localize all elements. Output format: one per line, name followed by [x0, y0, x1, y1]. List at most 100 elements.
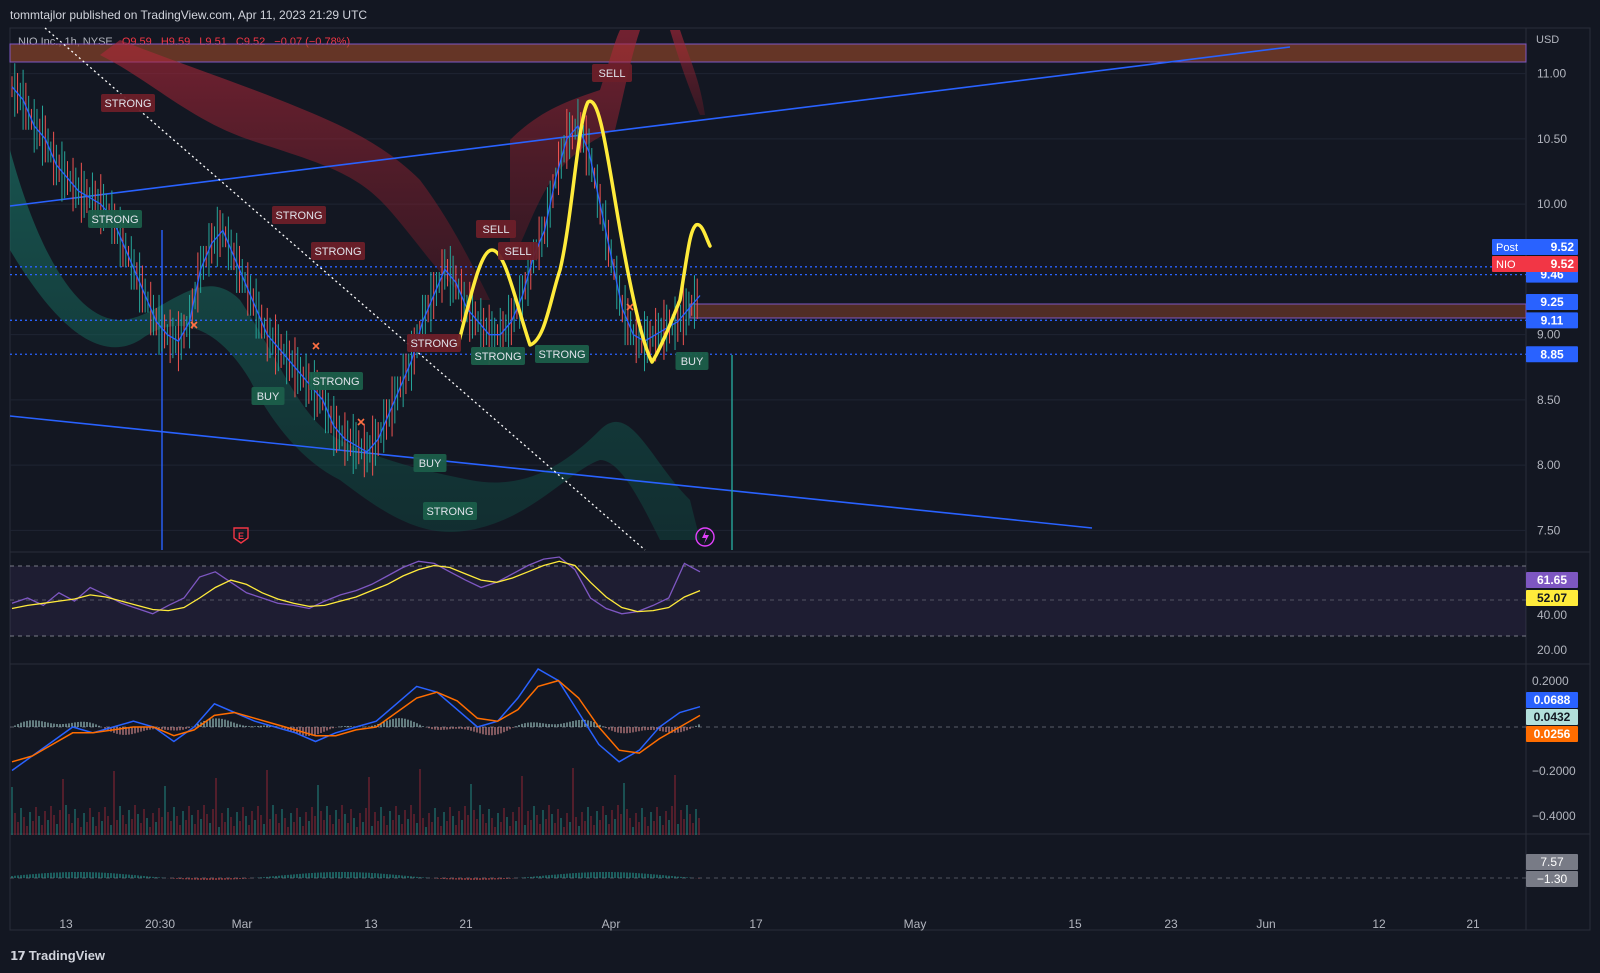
signal-label-sell: SELL: [476, 220, 516, 238]
tradingview-footer[interactable]: 𝟭𝟳 TradingView: [10, 948, 105, 963]
oscillator-badge-label: 7.57: [1540, 855, 1564, 869]
bull-cloud-band: [10, 150, 700, 540]
brand-name: TradingView: [28, 948, 106, 963]
macd-badge-label: 0.0432: [1534, 710, 1571, 724]
macd-tick-label: −0.2000: [1532, 764, 1576, 778]
chart-canvas[interactable]: STRONG STRONG STRONG STRONG BUY STRONG STRONG B…: [0, 0, 1600, 973]
price-badge-label: 8.85: [1540, 347, 1564, 361]
signal-label-text: SELL: [599, 68, 626, 80]
signal-label-strong: STRONG: [311, 242, 365, 260]
signal-label-strong: STRONG: [535, 345, 589, 363]
oscillator-bars: [11, 872, 700, 880]
oscillator-panel: [10, 872, 1526, 880]
oscillator-badge-label: −1.30: [1537, 872, 1568, 886]
symbol-tag: Post 9.52: [1492, 239, 1578, 255]
rsi-badge-label: 61.65: [1537, 573, 1567, 587]
time-tick-label: 23: [1164, 917, 1178, 931]
price-tick-label: 7.50: [1537, 523, 1561, 537]
macd-badge-label: 0.0256: [1534, 727, 1571, 741]
time-tick-label: 13: [59, 917, 73, 931]
signal-label-strong: STRONG: [88, 210, 142, 228]
time-tick-label: Mar: [232, 917, 253, 931]
signal-label-buy: BUY: [675, 352, 709, 370]
support-zone: [689, 303, 1527, 319]
signal-label-buy: BUY: [251, 387, 285, 405]
price-badge: 8.85: [1526, 346, 1578, 363]
macd-badge-label: 0.0688: [1534, 693, 1571, 707]
signal-label-text: STRONG: [538, 349, 585, 361]
price-badge-label: 9.25: [1540, 295, 1564, 309]
rsi-tick-label: 20.00: [1537, 643, 1567, 657]
symbol-tag: NIO 9.52: [1492, 256, 1578, 272]
price-badge-label: 9.11: [1541, 313, 1564, 327]
signal-label-strong: STRONG: [423, 502, 477, 520]
signal-label-text: STRONG: [104, 98, 151, 110]
signal-label-text: STRONG: [275, 210, 322, 222]
signal-label-text: STRONG: [312, 376, 359, 388]
symbol-tag-name: NIO: [1496, 259, 1516, 271]
signal-label-text: STRONG: [314, 246, 361, 258]
macd-badge: 0.0432: [1526, 709, 1578, 725]
macd-badge: 0.0256: [1526, 726, 1578, 742]
macd-line: [11, 668, 701, 772]
time-axis[interactable]: 13 20:30 Mar 13 21 Apr 17 May 15 23 Jun 12 21: [59, 917, 1480, 931]
oscillator-badge: 7.57: [1526, 854, 1578, 870]
macd-signal-line: [11, 679, 701, 763]
signal-label-buy: BUY: [413, 454, 447, 472]
signal-label-sell: SELL: [498, 242, 538, 260]
macd-panel: [10, 668, 1526, 772]
oscillator-badge: −1.30: [1526, 871, 1578, 887]
symbol-tag-value: 9.52: [1551, 240, 1575, 254]
signal-label-text: BUY: [681, 356, 704, 368]
symbol-tag-name: Post: [1496, 242, 1518, 254]
price-badge: 9.11: [1526, 312, 1578, 329]
signal-label-text: SELL: [505, 246, 532, 258]
signal-label-sell: SELL: [592, 64, 632, 82]
price-tick-label: 9.00: [1537, 328, 1561, 342]
time-tick-label: 12: [1372, 917, 1386, 931]
signal-label-text: SELL: [483, 224, 510, 236]
rsi-badge-label: 52.07: [1537, 591, 1567, 605]
rsi-tick-label: 40.00: [1537, 608, 1567, 622]
rsi-badge: 52.07: [1526, 590, 1578, 606]
price-axis-badges: 9.529.469.259.118.85Post9.52NIO9.5261.65…: [1492, 239, 1578, 887]
price-badge: 9.25: [1526, 294, 1578, 311]
signal-label-text: STRONG: [91, 214, 138, 226]
bear-cloud-band-3: [670, 30, 705, 115]
signal-label-strong: STRONG: [309, 372, 363, 390]
price-tick-label: 10.50: [1537, 132, 1567, 146]
signal-label-text: STRONG: [474, 351, 521, 363]
price-tick-label: 11.00: [1537, 67, 1566, 81]
signal-label-strong: STRONG: [471, 347, 525, 365]
rsi-badge: 61.65: [1526, 572, 1578, 588]
signal-label-text: BUY: [257, 391, 280, 403]
time-tick-label: 21: [1466, 917, 1480, 931]
time-tick-label: 20:30: [145, 917, 175, 931]
price-tick-label: 10.00: [1537, 197, 1567, 211]
earnings-icon-label: E: [238, 531, 244, 541]
macd-tick-label: −0.4000: [1532, 809, 1576, 823]
time-tick-label: Jun: [1256, 917, 1275, 931]
lower-trendline: [9, 415, 1093, 529]
grid-lines: [9, 27, 1591, 931]
macd-badge: 0.0688: [1526, 692, 1578, 708]
signal-label-text: STRONG: [426, 506, 473, 518]
rsi-panel: [10, 556, 1526, 637]
time-tick-label: 15: [1068, 917, 1082, 931]
volume-bars: [11, 768, 700, 835]
signal-label-strong: STRONG: [101, 94, 155, 112]
time-tick-label: 17: [749, 917, 763, 931]
signal-label-strong: STRONG: [407, 334, 461, 352]
price-tick-label: 8.50: [1537, 393, 1561, 407]
signal-label-text: BUY: [419, 458, 442, 470]
time-tick-label: 21: [459, 917, 473, 931]
price-tick-label: 8.00: [1537, 458, 1561, 472]
signal-label-strong: STRONG: [272, 206, 326, 224]
signal-label-text: STRONG: [410, 338, 457, 350]
time-tick-label: May: [904, 917, 927, 931]
tradingview-logo-icon: 𝟭𝟳: [10, 948, 26, 963]
macd-tick-label: 0.2000: [1532, 674, 1569, 688]
time-tick-label: Apr: [602, 917, 621, 931]
symbol-tag-value: 9.52: [1551, 257, 1575, 271]
resistance-zone: [9, 43, 1527, 63]
